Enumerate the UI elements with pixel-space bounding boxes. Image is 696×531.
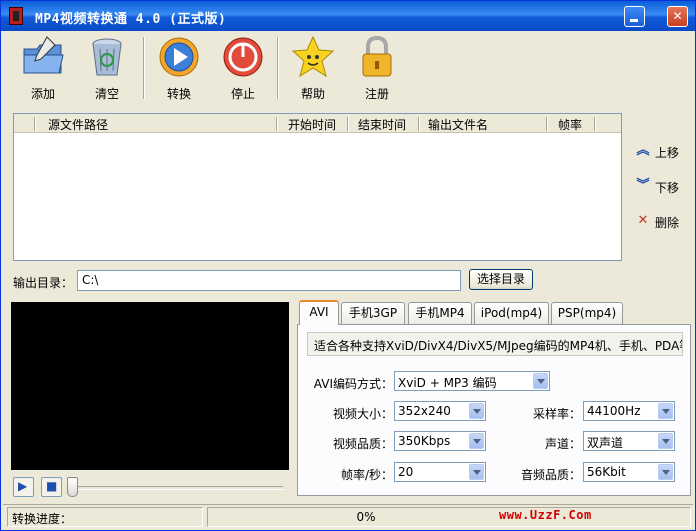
play-convert-icon (159, 37, 199, 77)
stop-button[interactable]: 停止 (215, 33, 271, 103)
move-up-button[interactable]: ︽ 上移 (633, 142, 693, 162)
video-preview (11, 302, 289, 470)
stop-playback-button[interactable]: ■ (41, 477, 62, 497)
dropdown-arrow-icon[interactable] (469, 464, 484, 480)
dropdown-arrow-icon[interactable] (469, 433, 484, 449)
channel-value: 双声道 (587, 436, 624, 450)
frame-rate-select[interactable]: 20 (394, 462, 486, 482)
help-button[interactable]: 帮助 (285, 33, 341, 103)
column-output-name[interactable]: 输出文件名 (428, 116, 488, 132)
tab-ipod[interactable]: iPod(mp4) (474, 302, 549, 324)
window-title: MP4视频转换通 4.0 (正式版) (35, 12, 227, 27)
column-frame-rate[interactable]: 帧率 (558, 116, 582, 132)
video-quality-label: 视频品质： (332, 437, 393, 451)
clear-button[interactable]: 清空 (79, 33, 135, 103)
video-size-select[interactable]: 352x240 (394, 401, 486, 421)
register-button[interactable]: 注册 (349, 33, 405, 103)
dropdown-arrow-icon[interactable] (658, 433, 673, 449)
output-dir-input[interactable]: C:\ (77, 270, 461, 291)
column-separator (594, 117, 596, 131)
frame-rate-value: 20 (398, 465, 414, 479)
file-list[interactable]: 源文件路径 开始时间 结束时间 输出文件名 帧率 (13, 113, 622, 261)
stop-icon (223, 37, 263, 77)
sample-rate-select[interactable]: 44100Hz (583, 401, 675, 421)
column-separator (276, 117, 278, 131)
video-size-label: 视频大小： (332, 407, 393, 421)
double-chevron-up-icon: ︽ (636, 143, 650, 158)
add-label: 添加 (30, 87, 55, 101)
tab-psp[interactable]: PSP(mp4) (551, 302, 623, 324)
move-down-button[interactable]: ︾ 下移 (633, 177, 693, 197)
padlock-icon (362, 35, 392, 77)
sample-rate-label: 采样率： (532, 407, 581, 421)
tab-avi[interactable]: AVI (299, 300, 339, 325)
app-icon[interactable] (9, 7, 23, 25)
video-quality-select[interactable]: 350Kbps (394, 431, 486, 451)
tab-mp4[interactable]: 手机MP4 (408, 302, 472, 324)
video-quality-value: 350Kbps (398, 434, 451, 448)
tab-3gp[interactable]: 手机3GP (341, 302, 405, 324)
avi-codec-label: AVI编码方式： (313, 377, 393, 391)
column-source-path[interactable]: 源文件路径 (48, 116, 108, 132)
play-icon: ▶ (18, 479, 28, 493)
delete-label: 删除 (655, 216, 680, 230)
register-label: 注册 (364, 87, 389, 101)
help-label: 帮助 (300, 87, 325, 101)
column-separator (347, 117, 349, 131)
dropdown-arrow-icon[interactable] (469, 403, 484, 419)
audio-quality-value: 56Kbit (587, 465, 626, 479)
audio-quality-select[interactable]: 56Kbit (583, 462, 675, 482)
dropdown-arrow-icon[interactable] (658, 403, 673, 419)
minimize-button[interactable] (624, 6, 645, 27)
video-size-value: 352x240 (398, 404, 451, 418)
main-window: MP4视频转换通 4.0 (正式版) ✕ 添加 清空 转换 停止 帮助 注册 源… (0, 0, 696, 531)
play-button[interactable]: ▶ (13, 477, 34, 497)
channel-select[interactable]: 双声道 (583, 431, 675, 451)
close-button[interactable]: ✕ (667, 6, 688, 27)
progress-label: 转换进度： (7, 507, 203, 527)
avi-codec-select[interactable]: XviD + MP3 编码 (394, 371, 550, 391)
move-down-label: 下移 (655, 181, 680, 195)
watermark: www.UzzF.Com (499, 508, 592, 522)
output-dir-label: 输出目录： (13, 276, 74, 290)
toolbar-separator (277, 37, 279, 99)
delete-button[interactable]: ✕ 删除 (633, 212, 693, 232)
column-separator (546, 117, 548, 131)
clear-label: 清空 (94, 87, 119, 101)
column-separator (418, 117, 420, 131)
frame-rate-label: 帧率/秒： (340, 468, 393, 482)
choose-dir-button[interactable]: 选择目录 (469, 269, 533, 290)
minimize-icon (630, 19, 638, 22)
seek-slider-thumb[interactable] (67, 477, 78, 497)
move-up-label: 上移 (655, 146, 680, 160)
title-bar[interactable]: MP4视频转换通 4.0 (正式版) ✕ (1, 1, 695, 31)
format-description: 适合各种支持XviD/DivX4/DivX5/MJpeg编码的MP4机、手机、P… (307, 332, 683, 356)
dropdown-arrow-icon[interactable] (658, 464, 673, 480)
delete-x-icon: ✕ (637, 213, 649, 228)
column-separator (34, 117, 36, 131)
toolbar-separator (143, 37, 145, 99)
add-folder-icon (23, 36, 64, 74)
column-end-time[interactable]: 结束时间 (358, 116, 406, 132)
file-list-header: 源文件路径 开始时间 结束时间 输出文件名 帧率 (14, 114, 621, 133)
seek-track[interactable] (67, 486, 283, 490)
channel-label: 声道： (544, 437, 581, 451)
toolbar: 添加 清空 转换 停止 帮助 注册 (3, 31, 693, 105)
dropdown-arrow-icon[interactable] (533, 373, 548, 389)
sample-rate-value: 44100Hz (587, 404, 641, 418)
convert-label: 转换 (166, 87, 191, 101)
audio-quality-label: 音频品质： (520, 468, 581, 482)
column-start-time[interactable]: 开始时间 (288, 116, 336, 132)
close-icon: ✕ (672, 9, 683, 23)
avi-codec-value: XviD + MP3 编码 (398, 376, 497, 390)
progress-text: 0% (207, 507, 691, 527)
add-button[interactable]: 添加 (15, 33, 71, 103)
smiley-star-icon (291, 35, 335, 78)
double-chevron-down-icon: ︾ (636, 178, 650, 193)
recycle-bin-icon (92, 38, 122, 76)
stop-label: 停止 (230, 87, 255, 101)
stop-square-icon: ■ (46, 479, 58, 493)
convert-button[interactable]: 转换 (151, 33, 207, 103)
